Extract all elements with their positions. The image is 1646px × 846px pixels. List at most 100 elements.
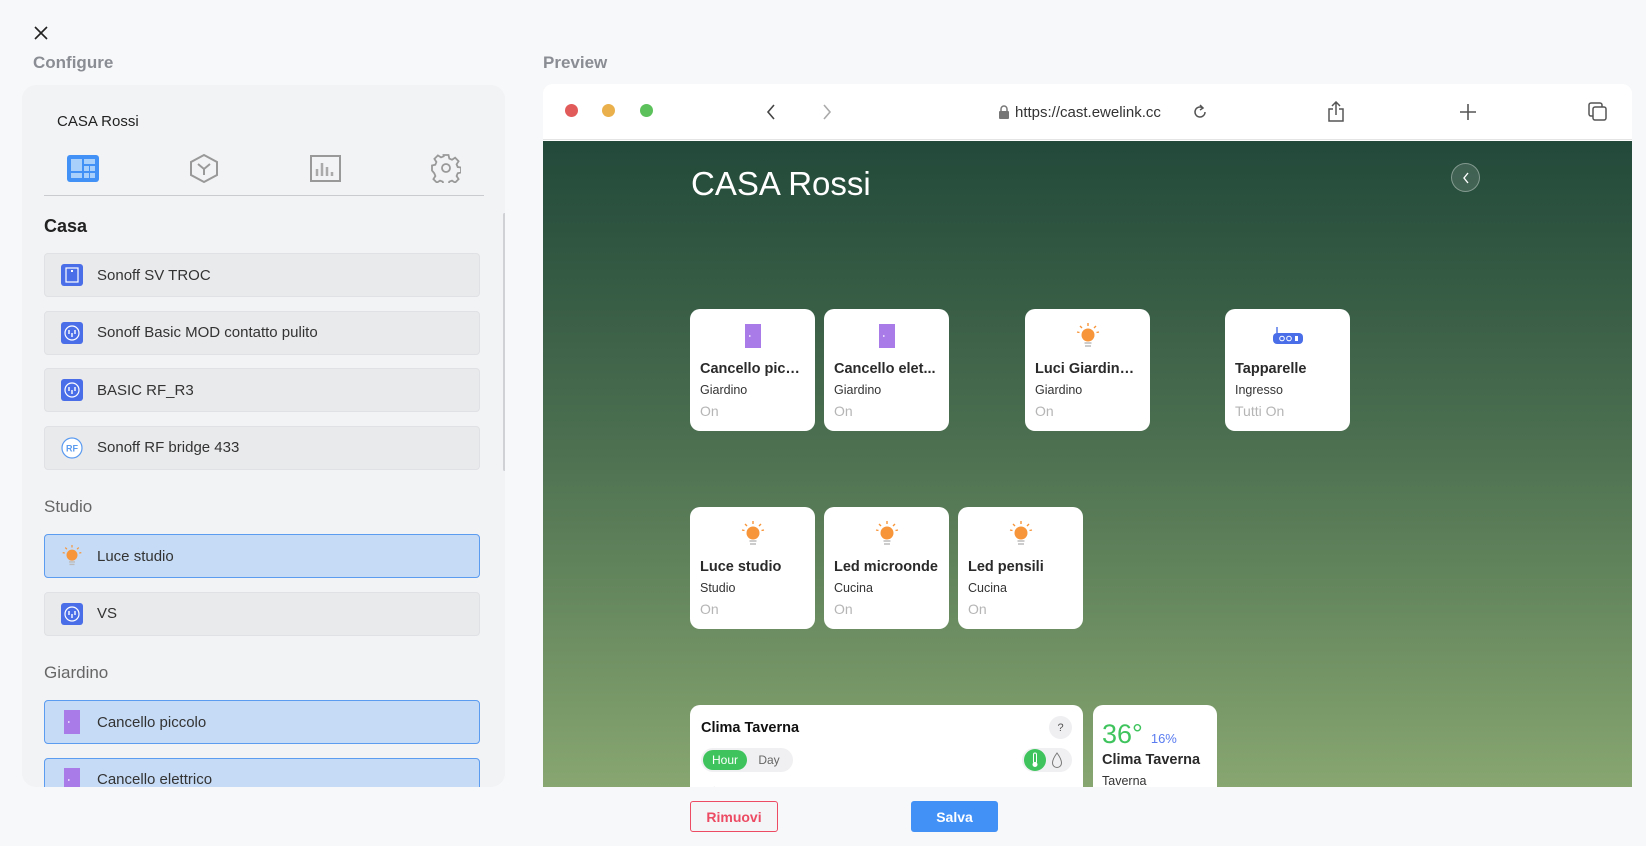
chevron-left-icon (766, 104, 775, 120)
climate-tile[interactable]: 36°16% Clima Taverna Taverna On (1093, 705, 1217, 787)
bridge-icon (1235, 321, 1340, 351)
tile-status: On (834, 601, 853, 617)
save-button[interactable]: Salva (911, 801, 998, 832)
range-day[interactable]: Day (747, 750, 791, 770)
tile-status: On (1035, 403, 1054, 419)
device-list-item[interactable]: Cancello elettrico (44, 757, 480, 787)
tabs-icon (1588, 102, 1607, 121)
dashboard-preview: CASA Rossi Cancello picc... Giardino On … (543, 141, 1632, 787)
tile-name: Luce studio (700, 559, 782, 575)
tabs-divider (44, 195, 484, 196)
bulb-icon (61, 545, 83, 567)
device-list-item[interactable]: RF Sonoff RF bridge 433 (44, 425, 480, 470)
device-tile[interactable]: Led microonde Cucina On (824, 507, 949, 629)
address-bar[interactable]: https://cast.ewelink.cc (998, 100, 1161, 124)
bar-chart-icon (309, 154, 341, 182)
plug-icon (61, 379, 83, 401)
range-hour[interactable]: Hour (703, 750, 747, 770)
temperature-plot: 40°C30°C20°C (701, 786, 723, 787)
tab-scenes[interactable] (187, 151, 221, 185)
collapse-button[interactable] (1451, 163, 1480, 192)
tile-room: Giardino (1035, 383, 1083, 397)
tab-dashboard[interactable] (66, 151, 100, 185)
configure-panel: CASA Rossi Casa Sonoff SV TROC Sonoff Basi… (22, 85, 505, 787)
tile-room: Studio (700, 581, 736, 595)
switch-icon (61, 264, 83, 286)
device-label: Sonoff Basic MOD contatto pulito (97, 324, 318, 341)
tabs-button[interactable] (1584, 98, 1612, 126)
reload-button[interactable] (1186, 98, 1214, 126)
thermometer-icon (1032, 752, 1038, 767)
tile-room: Ingresso (1235, 383, 1283, 397)
device-tile[interactable]: Cancello elet... Giardino On (824, 309, 949, 431)
share-button[interactable] (1322, 98, 1350, 126)
device-list-item[interactable]: BASIC RF_R3 (44, 368, 480, 412)
door-icon (61, 710, 83, 734)
device-list-item[interactable]: Cancello piccolo (44, 700, 480, 744)
bulb-icon (834, 519, 939, 549)
tile-name: Cancello picc... (700, 361, 805, 377)
group-label: Studio (44, 497, 93, 516)
device-list-item[interactable]: VS (44, 591, 480, 636)
tile-name: Tapparelle (1235, 361, 1307, 377)
device-tile[interactable]: Cancello picc... Giardino On (690, 309, 815, 431)
chart-title: Clima Taverna (701, 720, 800, 736)
temperature-toggle[interactable] (1024, 749, 1046, 771)
device-tile[interactable]: Tapparelle Ingresso Tutti On (1225, 309, 1350, 431)
plug-icon (61, 602, 83, 625)
tile-status: On (968, 601, 987, 617)
scrollbar[interactable] (503, 213, 505, 471)
tile-status: On (700, 601, 719, 617)
device-tile[interactable]: Led pensili Cucina On (958, 507, 1083, 629)
device-tile[interactable]: Luce studio Studio On (690, 507, 815, 629)
home-title: CASA Rossi (691, 165, 871, 202)
device-list-item[interactable]: Sonoff Basic MOD contatto pulito (44, 310, 480, 355)
help-button[interactable]: ? (1049, 716, 1072, 739)
humidity-toggle[interactable] (1046, 749, 1068, 771)
tab-statistics[interactable] (308, 151, 342, 185)
tile-status: On (834, 403, 853, 419)
plug-icon (61, 321, 83, 344)
bulb-icon (700, 519, 805, 549)
tile-room: Cucina (968, 581, 1007, 595)
url-text: https://cast.ewelink.cc (1015, 103, 1161, 121)
device-label: BASIC RF_R3 (97, 381, 194, 399)
tab-settings[interactable] (429, 151, 463, 185)
group-label: Casa (44, 216, 88, 236)
temperature-value: 36° (1102, 719, 1143, 749)
device-label: Cancello piccolo (97, 713, 207, 731)
chevron-left-icon (1462, 172, 1469, 183)
tile-status: On (700, 403, 719, 419)
tile-name: Clima Taverna (1102, 752, 1201, 768)
share-icon (1328, 101, 1344, 122)
tile-room: Taverna (1102, 774, 1147, 787)
window-minimize-dot[interactable] (602, 104, 615, 117)
device-tile[interactable]: Luci Giardino... Giardino On (1025, 309, 1150, 431)
device-label: Sonoff SV TROC (97, 266, 211, 284)
configure-heading: Configure (33, 53, 114, 72)
back-button[interactable] (757, 98, 785, 126)
door-icon (834, 321, 939, 351)
range-toggle: Hour Day (701, 748, 793, 772)
gear-icon (431, 154, 461, 183)
dashboard-icon (67, 154, 99, 182)
tile-name: Cancello elet... (834, 361, 936, 377)
svg-text:RF: RF (66, 443, 78, 453)
preview-browser: https://cast.ewelink.cc CASA Rossi Cance… (543, 84, 1632, 787)
metric-toggle (1022, 748, 1072, 772)
forward-button[interactable] (813, 98, 841, 126)
rf-icon: RF (61, 436, 83, 459)
panel-title: CASA Rossi (57, 113, 139, 130)
close-icon[interactable] (30, 22, 52, 44)
window-close-dot[interactable] (565, 104, 578, 117)
cube-icon (190, 153, 218, 183)
humidity-value: 16% (1150, 731, 1177, 746)
tile-room: Giardino (700, 383, 748, 397)
window-maximize-dot[interactable] (640, 104, 653, 117)
remove-button[interactable]: Rimuovi (690, 801, 778, 832)
group-label: Giardino (44, 663, 109, 682)
bulb-icon (1035, 321, 1140, 351)
device-list-item[interactable]: Luce studio (44, 534, 480, 578)
new-tab-button[interactable] (1454, 98, 1482, 126)
device-list-item[interactable]: Sonoff SV TROC (44, 253, 480, 297)
